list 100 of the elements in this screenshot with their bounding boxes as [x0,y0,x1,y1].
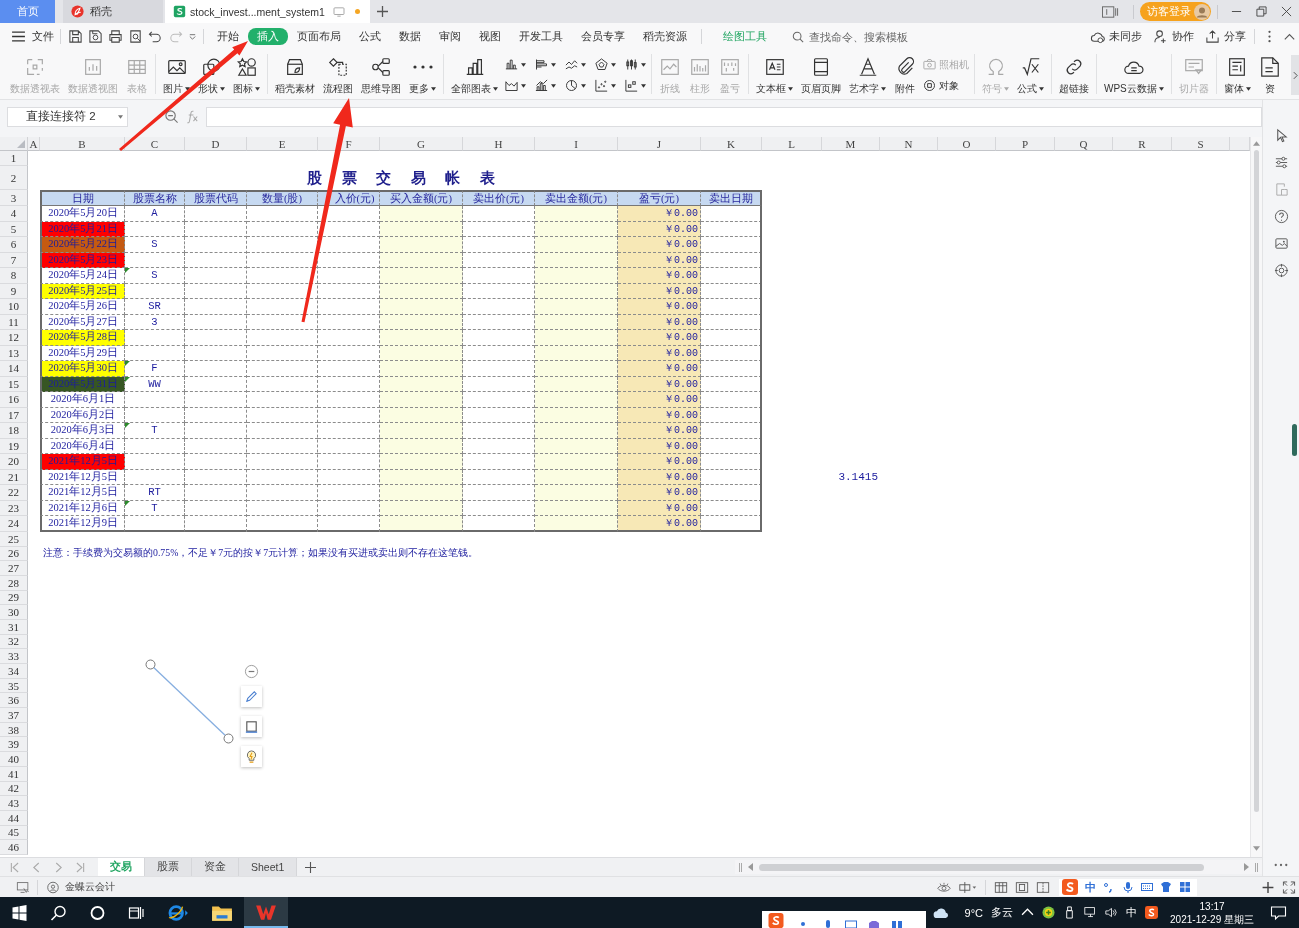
column-header[interactable]: J [618,137,701,151]
table-cell[interactable] [535,330,618,346]
ribbon-button[interactable]: WPS云数据 [1100,56,1168,95]
row-header[interactable]: 22 [0,485,28,501]
document-tab[interactable]: 稻壳 [63,0,163,23]
stock-name-cell[interactable]: S [125,237,185,253]
ribbon-button[interactable]: 全部图表 [447,56,502,95]
profit-cell[interactable]: ￥0.00 [618,237,701,253]
input-method-icon[interactable] [1145,906,1159,919]
table-cell[interactable] [380,299,463,315]
row-header[interactable]: 33 [0,649,28,664]
date-cell[interactable]: 2020年5月25日 [40,283,125,299]
row-header[interactable]: 18 [0,423,28,439]
profit-cell[interactable]: ￥0.00 [618,485,701,501]
row-header[interactable]: 1 [0,151,28,166]
last-sheet-icon[interactable] [76,861,85,873]
horizontal-scrollbar[interactable] [735,860,1262,874]
table-cell[interactable] [535,454,618,470]
stock-name-cell[interactable]: T [125,423,185,439]
ribbon-button[interactable]: 资 [1254,56,1285,95]
date-cell[interactable]: 2020年5月28日 [40,330,125,346]
row-header[interactable]: 3 [0,190,28,206]
column-header[interactable]: K [701,137,762,151]
stock-name-cell[interactable] [125,330,185,346]
scroll-up-icon[interactable] [1253,141,1260,146]
column-header[interactable]: C [125,137,185,151]
scrollbar-thumb[interactable] [759,863,1204,871]
row-header[interactable]: 30 [0,605,28,620]
input-language-indicator[interactable]: 中 [1126,905,1138,920]
close-icon[interactable] [1281,6,1292,17]
vertical-scrollbar[interactable] [1250,137,1262,857]
add-sheet-icon[interactable] [305,861,317,873]
ribbon-button[interactable]: 公式 [1013,56,1048,95]
date-cell[interactable]: 2021年12月5日 [40,485,125,501]
row-header[interactable]: 12 [0,330,28,346]
table-cell[interactable] [535,299,618,315]
export-icon[interactable] [87,29,103,44]
ribbon-button[interactable]: 更多 [405,56,440,95]
table-cell[interactable] [380,392,463,408]
ribbon-button[interactable]: 图标 [229,56,264,95]
date-cell[interactable]: 2020年5月26日 [40,299,125,315]
toolbar-action-button[interactable]: 协作 [1150,29,1194,44]
file-menu-button[interactable]: 文件 [8,26,56,47]
row-header[interactable]: 34 [0,664,28,679]
table-cell[interactable] [535,423,618,439]
start-icon[interactable] [11,904,28,921]
search-icon[interactable] [50,904,67,921]
zoom-out-icon[interactable] [164,109,179,124]
table-cell[interactable] [380,361,463,377]
input-method-toolbar[interactable] [762,911,926,928]
formula-input-field[interactable] [206,106,1262,127]
function-icon[interactable] [185,109,200,124]
table-cell[interactable] [535,268,618,284]
frame-button[interactable] [241,716,262,737]
app-link[interactable]: 金蝶云会计 [42,880,115,894]
row-header[interactable]: 40 [0,752,28,767]
ribbon-button[interactable]: 附件 [890,56,920,95]
table-cell[interactable] [380,206,463,222]
ribbon-button[interactable]: 窗体 [1219,56,1255,95]
undo-icon[interactable] [147,29,163,44]
table-cell[interactable] [380,268,463,284]
toolbar-action-button[interactable]: 未同步 [1087,29,1142,44]
column-header[interactable]: N [880,137,938,151]
stock-name-cell[interactable]: SR [125,299,185,315]
table-cell[interactable] [535,237,618,253]
table-cell[interactable] [535,206,618,222]
stock-name-cell[interactable]: T [125,500,185,516]
eye-icon[interactable] [936,880,951,894]
monitor-icon[interactable] [333,6,345,17]
shirt-icon[interactable] [1160,881,1172,893]
page-layout-icon[interactable] [1014,880,1029,894]
ribbon-scroll-button[interactable] [1291,55,1299,95]
table-cell[interactable] [535,516,618,532]
normal-view-icon[interactable] [993,880,1008,894]
table-cell[interactable] [380,516,463,532]
selection-handle[interactable] [222,732,234,744]
new-tab-icon[interactable] [377,6,388,17]
ribbon-tab[interactable]: 数据 [399,28,421,45]
ribbon-tab[interactable]: 开发工具 [519,28,563,45]
stock-name-cell[interactable]: A [125,206,185,222]
fullscreen-icon[interactable] [1281,880,1296,894]
row-header[interactable]: 16 [0,392,28,408]
table-cell[interactable] [535,392,618,408]
table-cell[interactable] [380,330,463,346]
profit-cell[interactable]: ￥0.00 [618,330,701,346]
ribbon-button[interactable]: 艺术字 [845,56,890,95]
plus-circle-icon[interactable] [1042,906,1056,919]
table-cell[interactable] [380,423,463,439]
profit-cell[interactable]: ￥0.00 [618,454,701,470]
row-header[interactable]: 37 [0,708,28,723]
column-header[interactable]: M [822,137,880,151]
microphone-icon[interactable] [1122,881,1134,893]
column-header[interactable]: L [762,137,822,151]
ribbon-button[interactable]: 思维导图 [357,56,405,95]
customize-caret-icon[interactable] [187,32,197,41]
sheet-tab[interactable]: 资金 [192,858,239,876]
screen-count-icon[interactable] [1102,5,1119,18]
crosshair-icon[interactable] [957,880,978,894]
name-box[interactable]: 直接连接符 2 [7,106,128,127]
next-sheet-icon[interactable] [54,861,63,873]
